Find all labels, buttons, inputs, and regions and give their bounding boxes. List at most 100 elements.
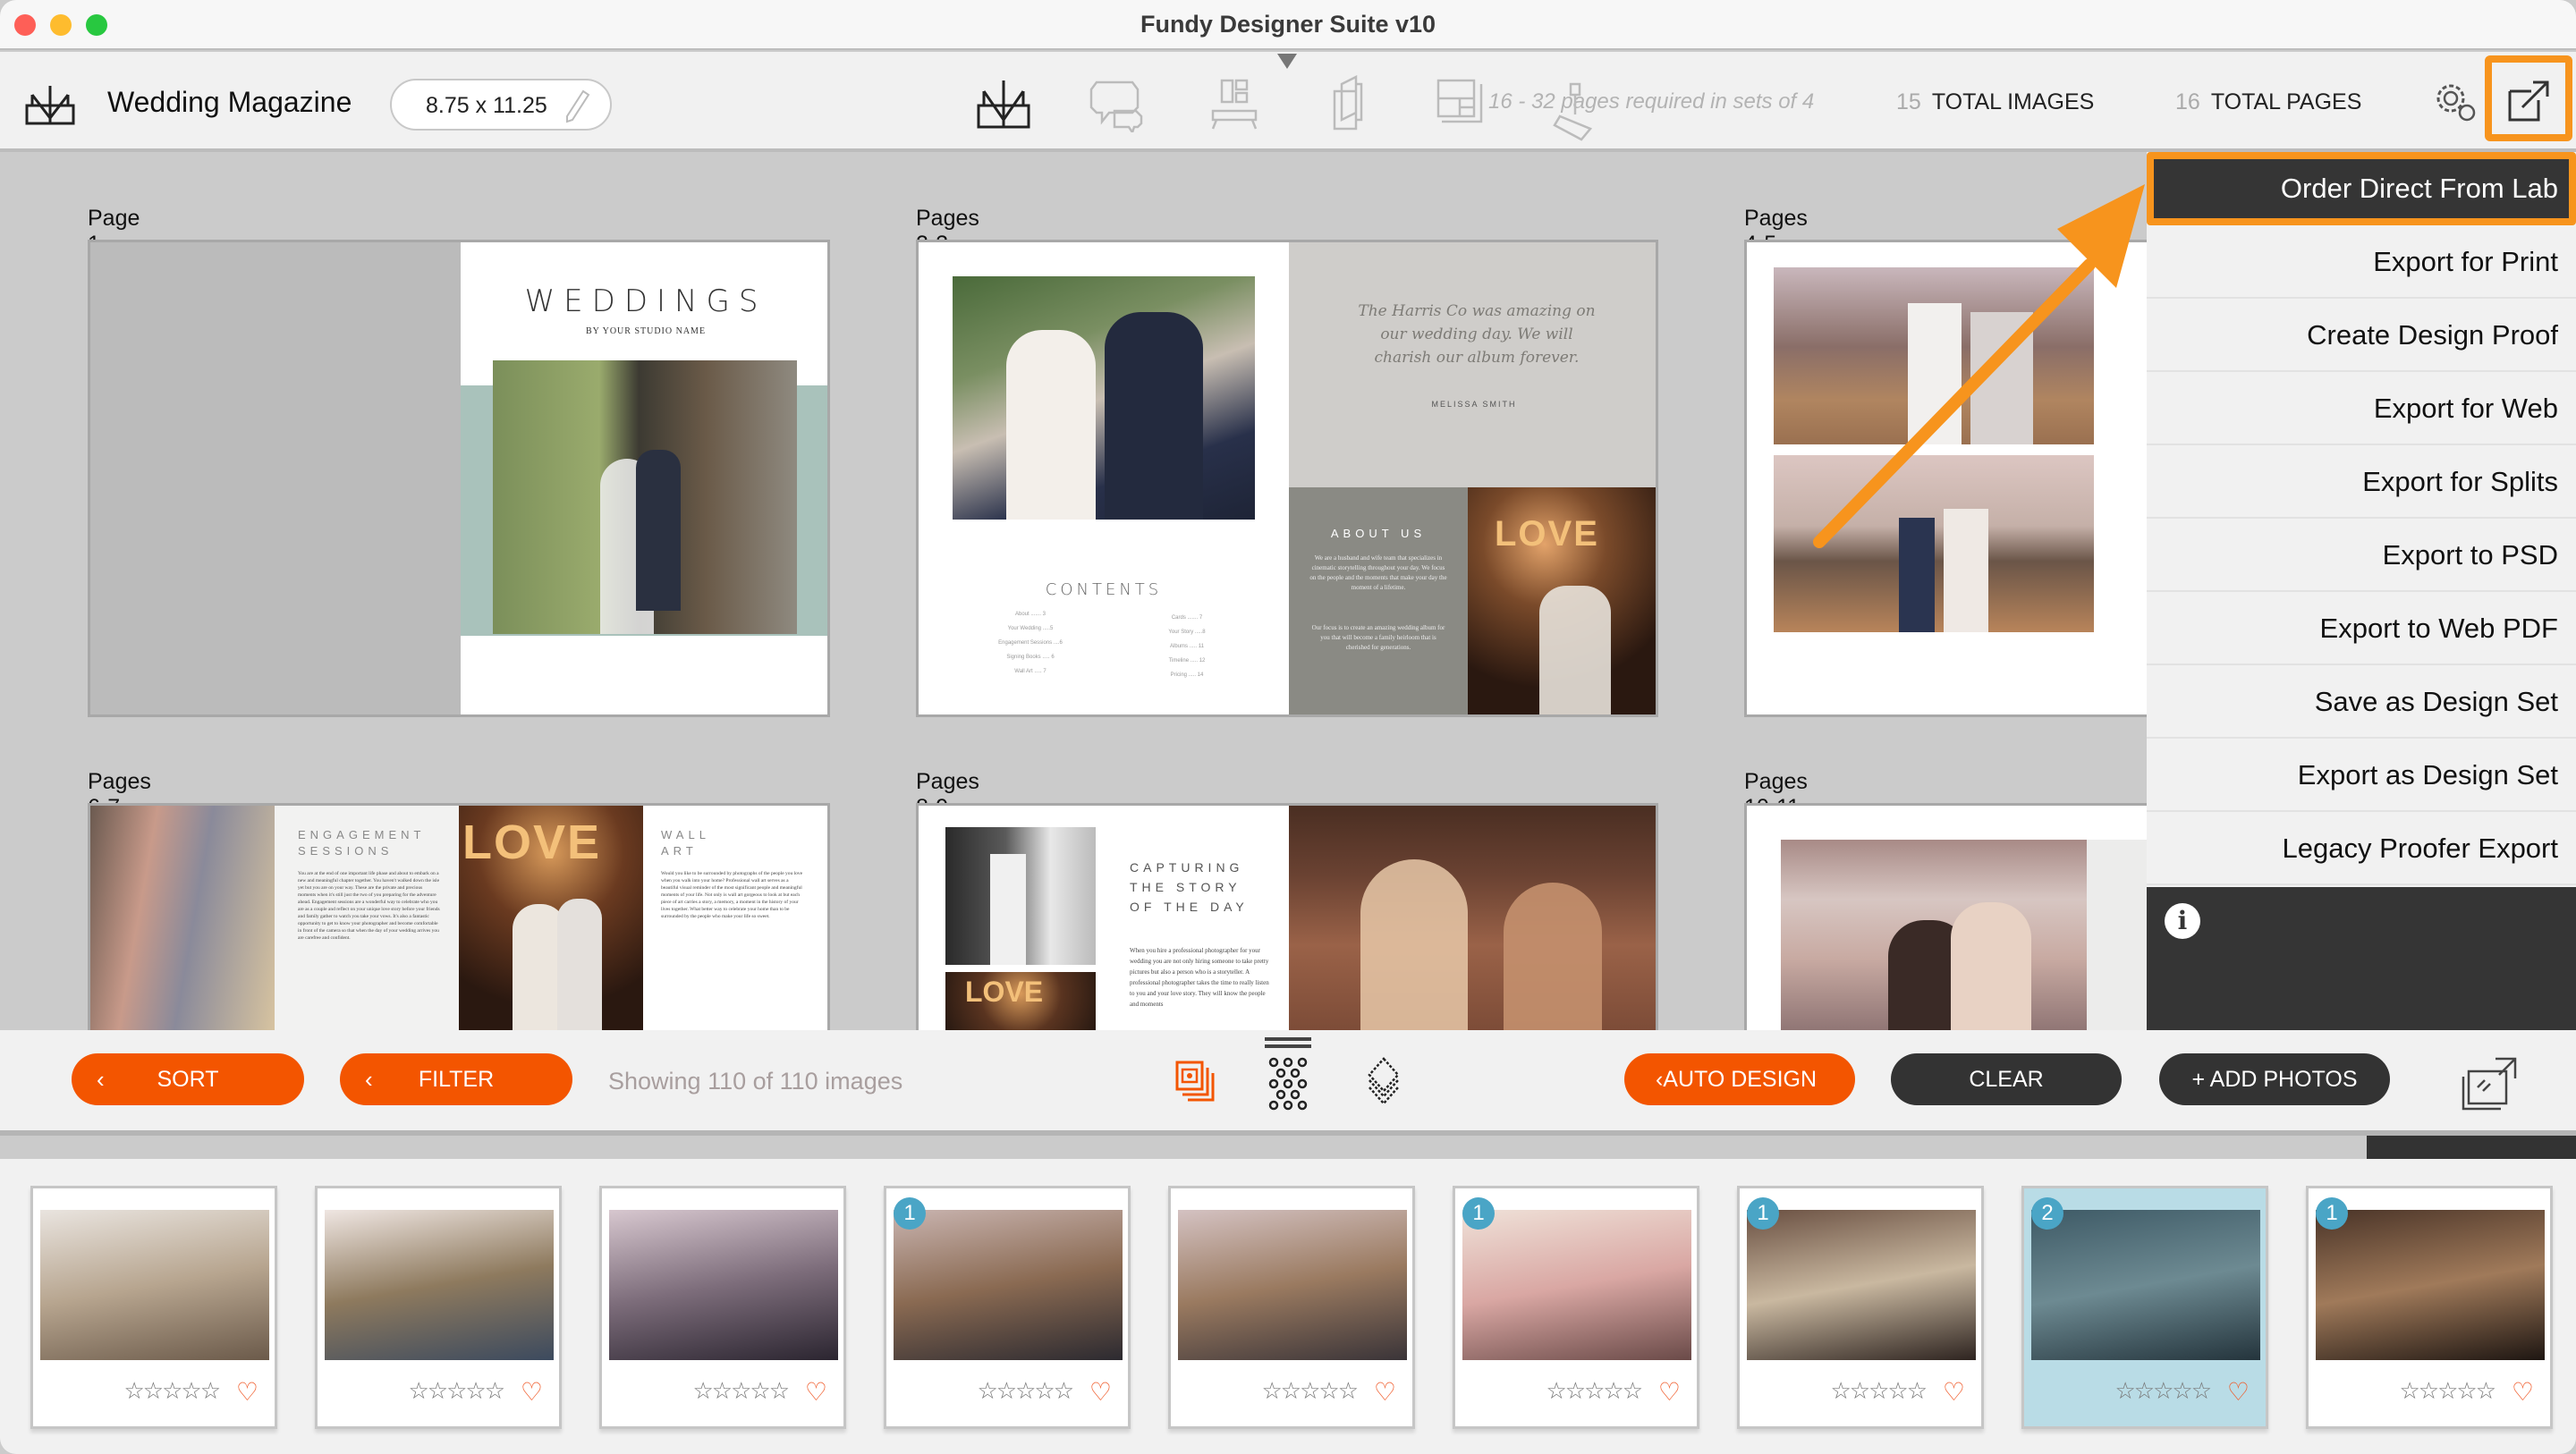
favorite-heart-icon[interactable]: ♡ <box>1089 1377 1112 1407</box>
star-icon[interactable]: ☆ <box>977 1377 997 1404</box>
star-icon[interactable]: ☆ <box>2419 1377 2439 1404</box>
star-icon[interactable]: ☆ <box>1261 1377 1282 1404</box>
star-icon[interactable]: ☆ <box>2476 1377 2496 1404</box>
star-icon[interactable]: ☆ <box>2134 1377 2155 1404</box>
export-menu-item[interactable]: Export to Web PDF <box>2147 592 2576 665</box>
templates-joystick-icon[interactable] <box>1551 80 1599 143</box>
star-icon[interactable]: ☆ <box>1907 1377 1928 1404</box>
proofing-chat-icon[interactable] <box>1088 75 1145 132</box>
star-icon[interactable]: ☆ <box>2191 1377 2212 1404</box>
star-icon[interactable]: ☆ <box>200 1377 221 1404</box>
auto-design-button[interactable]: ‹AUTO DESIGN <box>1624 1053 1855 1105</box>
photo-thumbnail[interactable]: 1 ☆☆☆☆☆ ♡ <box>1737 1186 1984 1429</box>
photo-thumbnail[interactable]: 1 ☆☆☆☆☆ ♡ <box>2306 1186 2553 1429</box>
layers-icon[interactable] <box>1360 1055 1408 1111</box>
love-kiss-photo[interactable]: LOVE <box>459 806 643 1030</box>
star-icon[interactable]: ☆ <box>123 1377 144 1404</box>
export-menu-item[interactable]: Export for Web <box>2147 372 2576 445</box>
album-icon[interactable] <box>975 75 1032 132</box>
photo-thumbnail[interactable]: ☆☆☆☆☆ ♡ <box>1168 1186 1415 1429</box>
info-icon[interactable]: i <box>2165 903 2200 939</box>
grand-entrance-photo[interactable] <box>1774 455 2094 632</box>
star-icon[interactable]: ☆ <box>1546 1377 1566 1404</box>
export-button[interactable] <box>2485 55 2572 141</box>
favorite-heart-icon[interactable]: ♡ <box>1374 1377 1396 1407</box>
sort-button[interactable]: ‹ SORT <box>72 1053 304 1105</box>
star-rating[interactable]: ☆☆☆☆☆ <box>2399 1377 2496 1405</box>
star-icon[interactable]: ☆ <box>408 1377 428 1404</box>
favorite-heart-icon[interactable]: ♡ <box>1658 1377 1681 1407</box>
photo-thumbnail[interactable]: ☆☆☆☆☆ ♡ <box>30 1186 277 1429</box>
star-icon[interactable]: ☆ <box>2399 1377 2419 1404</box>
star-icon[interactable]: ☆ <box>731 1377 751 1404</box>
star-rating[interactable]: ☆☆☆☆☆ <box>692 1377 790 1405</box>
wall-art-icon[interactable] <box>1206 75 1263 132</box>
photo-thumbnail[interactable]: 1 ☆☆☆☆☆ ♡ <box>884 1186 1131 1429</box>
photo-thumbnail[interactable]: 2 ☆☆☆☆☆ ♡ <box>2021 1186 2268 1429</box>
export-menu-item[interactable]: Order Direct From Lab <box>2147 152 2576 225</box>
star-icon[interactable]: ☆ <box>1603 1377 1623 1404</box>
star-icon[interactable]: ☆ <box>750 1377 770 1404</box>
star-rating[interactable]: ☆☆☆☆☆ <box>1830 1377 1928 1405</box>
love-sign-photo[interactable]: LOVE <box>1468 487 1656 714</box>
star-icon[interactable]: ☆ <box>1281 1377 1301 1404</box>
export-menu-item[interactable]: Save as Design Set <box>2147 665 2576 739</box>
star-rating[interactable]: ☆☆☆☆☆ <box>977 1377 1074 1405</box>
star-icon[interactable]: ☆ <box>181 1377 201 1404</box>
star-rating[interactable]: ☆☆☆☆☆ <box>408 1377 505 1405</box>
clear-button[interactable]: CLEAR <box>1891 1053 2122 1105</box>
star-icon[interactable]: ☆ <box>1584 1377 1605 1404</box>
star-icon[interactable]: ☆ <box>1054 1377 1074 1404</box>
star-icon[interactable]: ☆ <box>1034 1377 1055 1404</box>
star-icon[interactable]: ☆ <box>692 1377 713 1404</box>
star-icon[interactable]: ☆ <box>2153 1377 2174 1404</box>
star-icon[interactable]: ☆ <box>712 1377 733 1404</box>
cake-feeding-photo[interactable] <box>1289 806 1656 1030</box>
star-icon[interactable]: ☆ <box>2437 1377 2458 1404</box>
export-menu-item[interactable]: Legacy Proofer Export <box>2147 812 2576 885</box>
star-icon[interactable]: ☆ <box>2456 1377 2477 1404</box>
favorite-heart-icon[interactable]: ♡ <box>1943 1377 1965 1407</box>
photo-thumbnail[interactable]: ☆☆☆☆☆ ♡ <box>315 1186 562 1429</box>
star-icon[interactable]: ☆ <box>2172 1377 2192 1404</box>
star-rating[interactable]: ☆☆☆☆☆ <box>1261 1377 1359 1405</box>
money-dance-photo[interactable] <box>1774 267 2094 444</box>
panel-resize-handle[interactable] <box>1265 1037 1311 1048</box>
star-icon[interactable]: ☆ <box>2114 1377 2135 1404</box>
photo-thumbnail[interactable]: 1 ☆☆☆☆☆ ♡ <box>1453 1186 1699 1429</box>
star-icon[interactable]: ☆ <box>143 1377 164 1404</box>
star-icon[interactable]: ☆ <box>1850 1377 1870 1404</box>
export-menu-item[interactable]: Export for Splits <box>2147 445 2576 519</box>
star-icon[interactable]: ☆ <box>1565 1377 1586 1404</box>
couple-photo[interactable] <box>953 276 1255 520</box>
project-name[interactable]: Wedding Magazine <box>107 86 352 119</box>
star-icon[interactable]: ☆ <box>1300 1377 1320 1404</box>
star-icon[interactable]: ☆ <box>769 1377 790 1404</box>
album-logo-icon[interactable] <box>23 82 77 127</box>
export-menu-item[interactable]: Export as Design Set <box>2147 739 2576 812</box>
groom-portrait-photo[interactable] <box>945 827 1096 965</box>
add-photos-button[interactable]: + ADD PHOTOS <box>2159 1053 2390 1105</box>
star-icon[interactable]: ☆ <box>1868 1377 1889 1404</box>
cards-icon[interactable] <box>1320 75 1377 132</box>
favorite-heart-icon[interactable]: ♡ <box>2227 1377 2250 1407</box>
star-icon[interactable]: ☆ <box>446 1377 467 1404</box>
filter-button[interactable]: ‹ FILTER <box>340 1053 572 1105</box>
first-dance-photo[interactable] <box>1781 840 2087 1030</box>
star-icon[interactable]: ☆ <box>1887 1377 1908 1404</box>
star-icon[interactable]: ☆ <box>1830 1377 1851 1404</box>
cover-photo[interactable] <box>493 360 797 634</box>
favorite-heart-icon[interactable]: ♡ <box>236 1377 258 1407</box>
strip-scrollbar[interactable] <box>2367 1136 2576 1159</box>
star-icon[interactable]: ☆ <box>428 1377 448 1404</box>
star-icon[interactable]: ☆ <box>1318 1377 1339 1404</box>
star-rating[interactable]: ☆☆☆☆☆ <box>2114 1377 2212 1405</box>
photos-view-icon[interactable] <box>1172 1055 1220 1111</box>
album-size-selector[interactable]: 8.75 x 11.25 <box>390 79 612 131</box>
star-icon[interactable]: ☆ <box>996 1377 1017 1404</box>
grid-dots-icon[interactable] <box>1265 1055 1313 1111</box>
star-icon[interactable]: ☆ <box>485 1377 505 1404</box>
favorite-heart-icon[interactable]: ♡ <box>805 1377 827 1407</box>
star-icon[interactable]: ☆ <box>162 1377 182 1404</box>
star-icon[interactable]: ☆ <box>465 1377 486 1404</box>
